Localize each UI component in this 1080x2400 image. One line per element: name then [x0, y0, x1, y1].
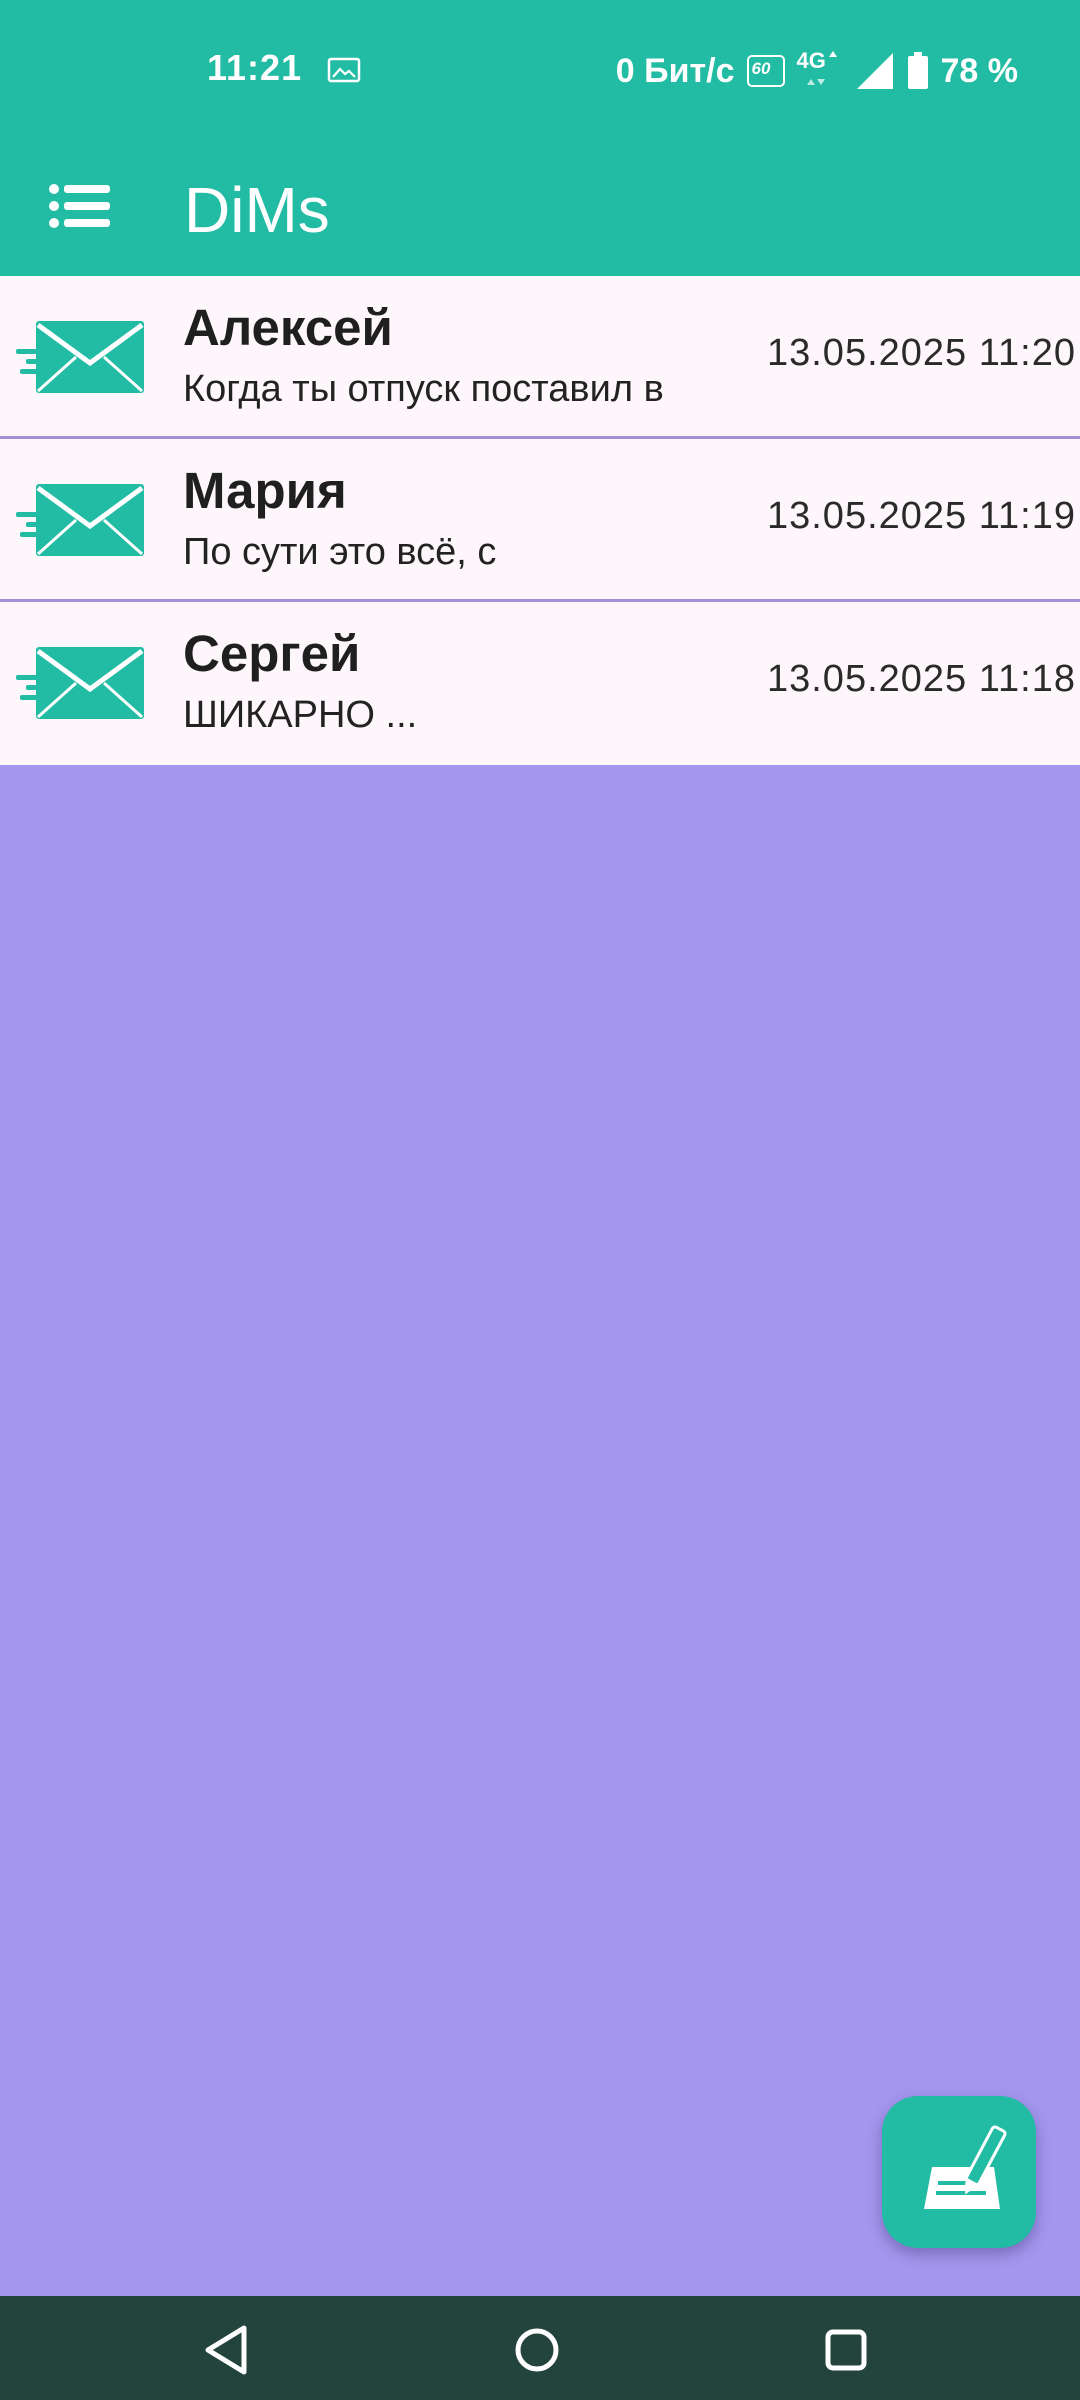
status-bar: 11:21 0 Бит/с 60 4G 78 % — [0, 0, 1080, 142]
contact-name: Мария — [183, 462, 347, 519]
back-button[interactable] — [194, 2318, 258, 2382]
battery-icon — [907, 52, 928, 89]
contact-name: Сергей — [183, 625, 361, 682]
recents-icon — [825, 2329, 867, 2371]
navigation-bar — [0, 2296, 1080, 2400]
refresh-rate-value: 60 — [751, 59, 771, 78]
message-date: 13.05.2025 11:18 — [766, 658, 1076, 700]
list-item[interactable]: Мария По сути это всё, с 13.05.2025 11:1… — [0, 439, 1080, 602]
compose-button[interactable] — [882, 2096, 1036, 2248]
list-item[interactable]: Сергей ШИКАРНО ... 13.05.2025 11:18 — [0, 602, 1080, 765]
list-menu-icon[interactable] — [46, 172, 114, 240]
signal-icon — [856, 53, 893, 89]
envelope-send-icon — [16, 484, 144, 556]
home-button[interactable] — [505, 2318, 569, 2382]
gallery-icon — [327, 57, 361, 83]
network-4g-icon: 4G — [797, 49, 843, 93]
status-indicators: 0 Бит/с 60 4G 78 % — [616, 46, 1018, 96]
network-speed: 0 Бит/с — [615, 51, 735, 90]
list-item[interactable]: Алексей Когда ты отпуск поставил в 13.05… — [0, 276, 1080, 439]
home-icon — [515, 2328, 559, 2372]
page-title: DiMs — [184, 174, 330, 246]
recents-button[interactable] — [814, 2318, 878, 2382]
contact-name: Алексей — [183, 299, 393, 356]
compose-icon — [924, 2125, 1007, 2209]
envelope-send-icon — [16, 647, 144, 719]
refresh-rate-icon: 60 — [746, 55, 785, 87]
message-preview: Когда ты отпуск поставил в — [183, 368, 664, 410]
envelope-send-icon — [16, 321, 144, 393]
message-list: Алексей Когда ты отпуск поставил в 13.05… — [0, 276, 1080, 765]
battery-level: 78 % — [940, 51, 1019, 90]
app-bar: DiMs — [0, 142, 1080, 276]
message-date: 13.05.2025 11:19 — [766, 495, 1076, 537]
message-date: 13.05.2025 11:20 — [766, 332, 1076, 374]
message-preview: По сути это всё, с — [183, 531, 497, 573]
message-preview: ШИКАРНО ... — [183, 694, 418, 736]
back-icon — [205, 2325, 247, 2375]
status-time: 11:21 — [207, 47, 303, 88]
